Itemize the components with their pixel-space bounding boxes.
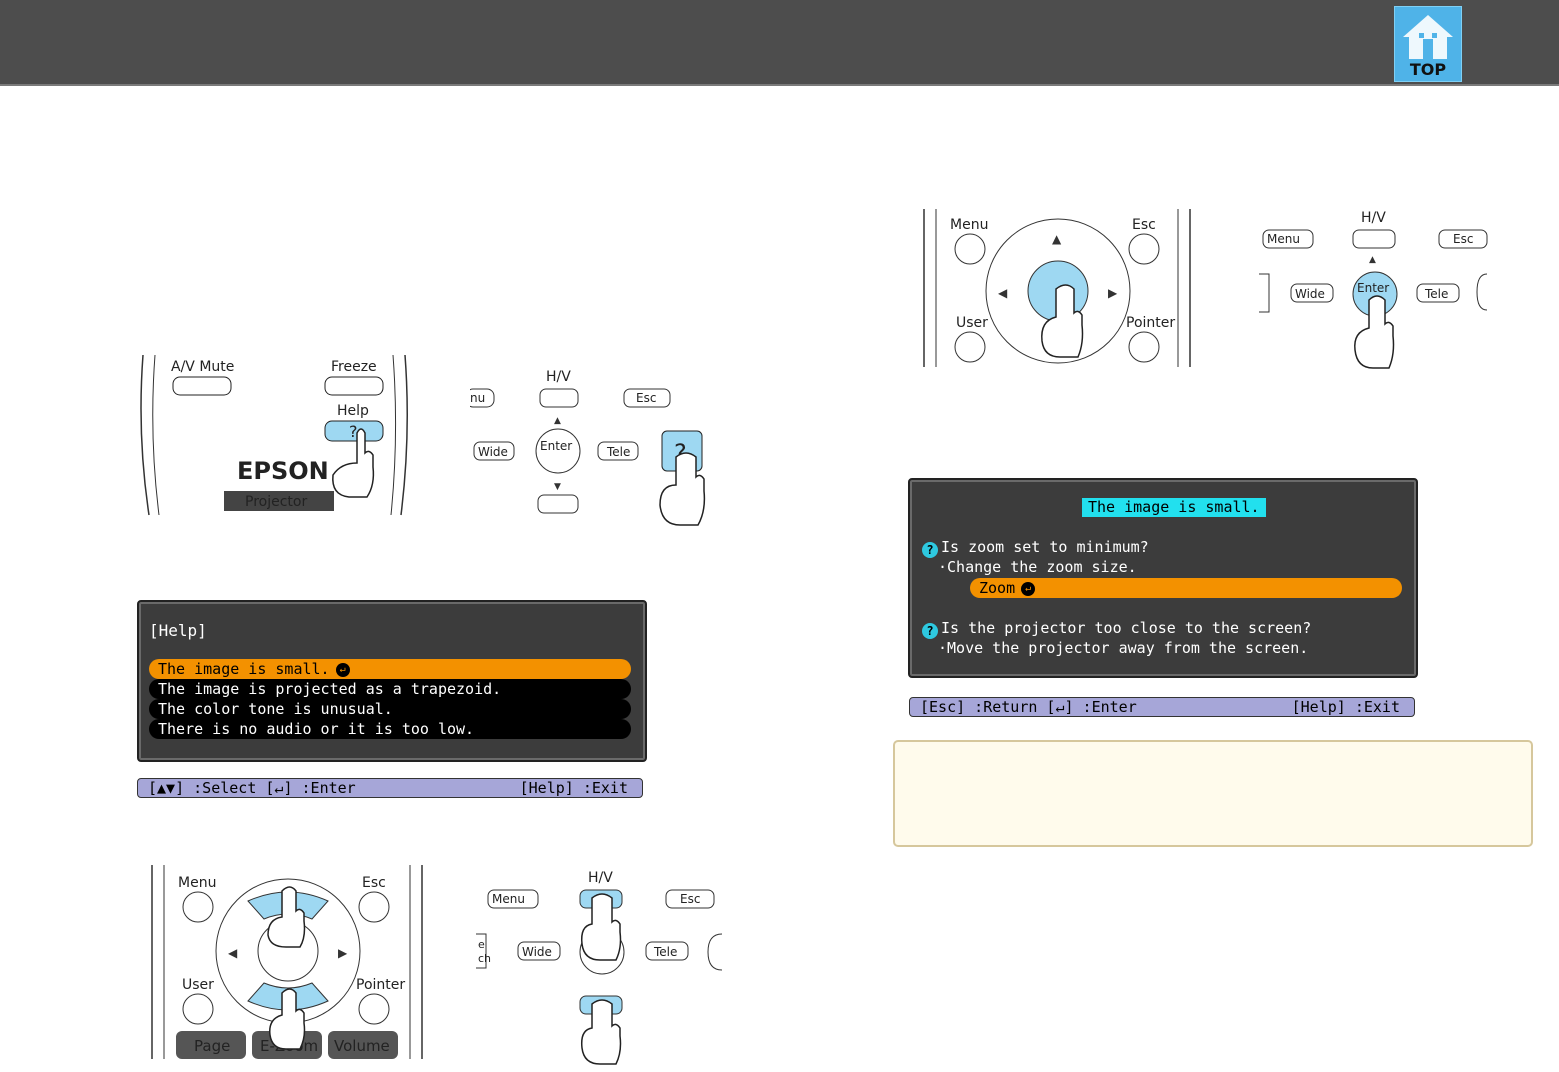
svg-text:Enter: Enter: [1357, 281, 1389, 295]
pointer-button: [358, 993, 390, 1025]
svg-text:Esc: Esc: [1453, 232, 1473, 246]
help-symbol: ?: [349, 422, 358, 441]
question-icon: ?: [922, 542, 938, 558]
answer-2: ·Move the projector away from the screen…: [938, 639, 1309, 657]
help-item-audio[interactable]: There is no audio or it is too low.: [149, 719, 631, 739]
enter-icon: ↵: [1021, 581, 1036, 596]
esc-button: [1128, 233, 1160, 265]
freeze-button: [324, 376, 384, 396]
enter-icon: ↵: [335, 662, 350, 677]
svg-text:Menu: Menu: [950, 217, 988, 233]
svg-text:Wide: Wide: [478, 445, 508, 459]
svg-text:Esc: Esc: [680, 892, 700, 906]
esc-button: [358, 891, 390, 923]
svg-text:Wide: Wide: [1295, 287, 1325, 301]
svg-text:▶: ▶: [338, 946, 348, 960]
svg-text:▶: ▶: [1108, 286, 1118, 300]
pointer-button: [1128, 331, 1160, 363]
svg-text:Tele: Tele: [606, 445, 630, 459]
zoom-button[interactable]: Zoom ↵: [970, 578, 1402, 598]
svg-text:H/V: H/V: [546, 369, 571, 385]
help-item-trapezoid[interactable]: The image is projected as a trapezoid.: [149, 679, 631, 699]
svg-text:▼: ▼: [554, 482, 561, 492]
svg-text:Enter: Enter: [540, 439, 572, 453]
statusbar-right: [Help] :Exit: [519, 779, 628, 797]
svg-text:▲: ▲: [1052, 232, 1062, 246]
svg-text:ch: ch: [478, 952, 491, 965]
svg-text:Wide: Wide: [522, 945, 552, 959]
help-answer-screen: The image is small. ? Is zoom set to mini…: [908, 478, 1418, 678]
svg-text:Tele: Tele: [1424, 287, 1448, 301]
help-menu-statusbar: [▲▼] :Select [↵] :Enter [Help] :Exit: [137, 778, 643, 798]
svg-text:User: User: [182, 977, 214, 993]
home-icon: [1403, 15, 1453, 59]
statusbar-left: [▲▼] :Select [↵] :Enter: [148, 779, 356, 797]
svg-text:Esc: Esc: [362, 875, 386, 891]
svg-text:Menu: Menu: [178, 875, 216, 891]
projector-label: Projector: [245, 494, 307, 510]
av-mute-label: A/V Mute: [171, 359, 234, 375]
statusbar-right: [Help] :Exit: [1291, 698, 1400, 716]
figure-remote-help: A/V Mute Freeze Help ? EPSON Projector: [135, 355, 425, 520]
keystone-up-button: [539, 388, 579, 408]
answer-statusbar: [Esc] :Return [↵] :Enter [Help] :Exit: [909, 697, 1415, 717]
page-header: [0, 0, 1559, 86]
figure-panel-enter: H/V Menu ▲ Esc Wide Enter Tele: [1255, 208, 1495, 378]
freeze-label: Freeze: [331, 359, 377, 375]
figure-remote-enter: Menu Esc ▲ ◀ ▶ User Pointer: [918, 205, 1198, 375]
keystone-down-button: [537, 494, 579, 514]
help-menu-title: [Help]: [149, 621, 207, 640]
question-icon: ?: [922, 623, 938, 639]
question-2: ? Is the projector too close to the scree…: [922, 619, 1311, 639]
svg-text:User: User: [956, 315, 988, 331]
svg-text:▲: ▲: [554, 416, 561, 426]
help-item-image-small[interactable]: The image is small. ↵: [149, 659, 631, 679]
figure-panel-updown: H/V Menu Esc e ch Wide Tele: [476, 868, 726, 1068]
answer-1: ·Change the zoom size.: [938, 558, 1137, 576]
svg-text:Esc: Esc: [1132, 217, 1156, 233]
svg-text:H/V: H/V: [588, 870, 613, 886]
svg-text:Menu: Menu: [1267, 232, 1300, 246]
top-link-button[interactable]: TOP: [1394, 6, 1462, 82]
svg-text:e: e: [478, 938, 485, 951]
question-1: ? Is zoom set to minimum?: [922, 538, 1149, 558]
top-label: TOP: [1409, 60, 1447, 79]
answer-title: The image is small.: [1082, 498, 1266, 517]
help-item-color-tone[interactable]: The color tone is unusual.: [149, 699, 631, 719]
svg-text:H/V: H/V: [1361, 210, 1386, 226]
figure-panel-help: nu H/V ▲ Esc Wide Enter Tele ▼ ?: [470, 365, 710, 530]
user-button: [182, 993, 214, 1025]
svg-text:▲: ▲: [1369, 255, 1376, 265]
svg-text:Menu: Menu: [492, 892, 525, 906]
figure-remote-updown: Menu Esc ◀ ▶ User Pointer Page E-Zoom Vo…: [148, 865, 428, 1065]
svg-text:◀: ◀: [998, 286, 1008, 300]
help-menu-screen: [Help] The image is small. ↵ The image is…: [137, 600, 647, 762]
av-mute-button: [172, 376, 232, 396]
note-box: [893, 740, 1533, 847]
keystone-up-button: [1352, 229, 1396, 249]
svg-text:Page: Page: [194, 1037, 230, 1055]
menu-button: [182, 891, 214, 923]
help-label: Help: [337, 403, 369, 419]
user-button: [954, 331, 986, 363]
brand-logo: EPSON: [237, 457, 329, 485]
svg-text:nu: nu: [470, 391, 485, 405]
svg-text:Volume: Volume: [334, 1037, 390, 1055]
svg-text:◀: ◀: [228, 946, 238, 960]
svg-text:Pointer: Pointer: [1126, 315, 1175, 331]
menu-button: [954, 233, 986, 265]
svg-text:Pointer: Pointer: [356, 977, 405, 993]
svg-text:Esc: Esc: [636, 391, 656, 405]
svg-text:Tele: Tele: [653, 945, 677, 959]
statusbar-left: [Esc] :Return [↵] :Enter: [920, 698, 1137, 716]
